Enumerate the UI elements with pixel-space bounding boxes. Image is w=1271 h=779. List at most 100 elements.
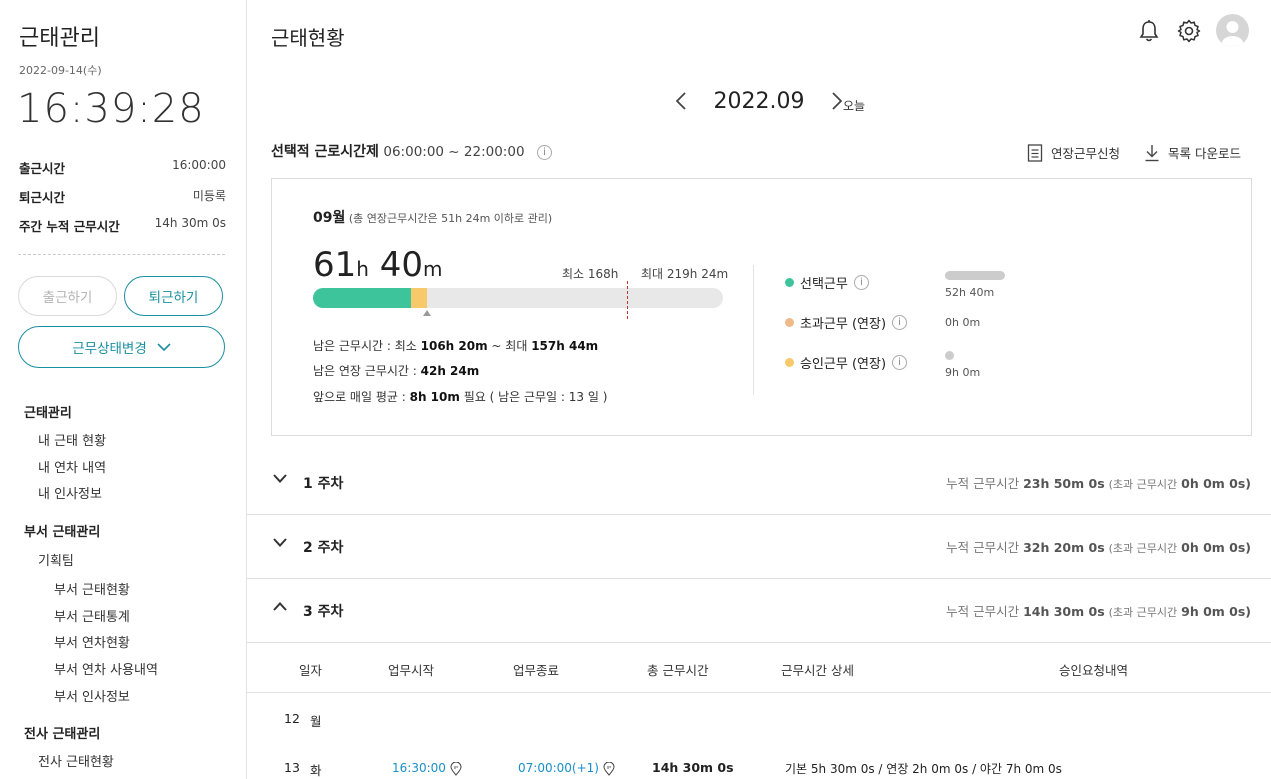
- legend-bar: [945, 271, 1005, 280]
- clock-in-time-value: 16:00:00: [172, 158, 226, 172]
- row-detail: 기본 5h 30m 0s / 연장 2h 0m 0s / 야간 7h 0m 0s: [785, 762, 1062, 776]
- sidebar: 근태관리 2022-09-14(수) 16:39:28 출근시간 16:00:0…: [0, 0, 247, 779]
- week-row[interactable]: 2 주차 누적 근무시간 32h 20m 0s (초과 근무시간 0h 0m 0…: [247, 515, 1271, 579]
- max-marker: [627, 281, 628, 319]
- row-day: 12: [284, 711, 300, 726]
- gear-icon[interactable]: [1176, 18, 1202, 44]
- change-status-button[interactable]: 근무상태변경: [18, 326, 225, 368]
- prev-month-button[interactable]: [666, 86, 696, 116]
- legend-label: 선택근무: [800, 277, 848, 292]
- nav-item-my-attendance[interactable]: 내 근태 현황: [38, 430, 106, 449]
- week-sum-value: 23h 50m 0s: [1023, 476, 1105, 491]
- nav-item-dept-leave[interactable]: 부서 연차현황: [54, 632, 130, 651]
- info-icon[interactable]: i: [892, 315, 908, 330]
- remaining-sep: ~ 최대: [487, 339, 532, 353]
- remaining-hours-label: 남은 근무시간 : 최소: [313, 339, 421, 353]
- legend-approved: 승인근무 (연장) i: [785, 353, 908, 372]
- download-list-button[interactable]: 목록 다운로드: [1144, 143, 1241, 162]
- week-extra-label: (초과 근무시간: [1108, 542, 1178, 555]
- clock-in-time-row: 출근시간 16:00:00: [19, 158, 226, 177]
- nav-item-team[interactable]: 기획팀: [38, 550, 74, 569]
- nav-section-attendance[interactable]: 근태관리: [24, 402, 72, 421]
- app-title: 근태관리: [19, 26, 100, 51]
- info-icon[interactable]: i: [853, 275, 869, 290]
- today-button[interactable]: 오늘: [843, 97, 865, 114]
- legend-bar: [945, 351, 954, 360]
- legend-value: 0h 0m: [945, 316, 981, 329]
- column-header-total: 총 근무시간: [647, 663, 709, 678]
- legend-overtime: 초과근무 (연장) i: [785, 313, 908, 332]
- svg-text:IP: IP: [607, 765, 611, 770]
- row-weekday: 화: [310, 763, 322, 778]
- daily-average-note: 필요 ( 남은 근무일 : 13 일 ): [459, 390, 608, 404]
- week-row[interactable]: 3 주차 누적 근무시간 14h 30m 0s (초과 근무시간 9h 0m 0…: [247, 579, 1271, 643]
- week-extra-value: 0h 0m 0s): [1181, 540, 1251, 555]
- legend-value: 52h 40m: [945, 286, 995, 299]
- nav-item-dept-stats[interactable]: 부서 근태통계: [54, 606, 130, 625]
- remaining-hours: 남은 근무시간 : 최소 106h 20m ~ 최대 157h 44m: [313, 337, 598, 354]
- bell-icon[interactable]: [1136, 18, 1162, 44]
- week-summary: 누적 근무시간 23h 50m 0s (초과 근무시간 0h 0m 0s): [946, 473, 1251, 492]
- legend-dot: [785, 318, 794, 327]
- column-header-date: 일자: [299, 663, 323, 678]
- week-extra-label: (초과 근무시간: [1108, 478, 1178, 491]
- hours-progress-bar: [313, 288, 723, 308]
- chevron-down-icon: [273, 474, 287, 483]
- nav-item-dept-leave-usage[interactable]: 부서 연차 사용내역: [54, 659, 158, 678]
- table-row[interactable]: 13 화 16:30:00 IP 07:00:00(+1) IP 14h 30m 0…: [247, 743, 1271, 779]
- download-list-label: 목록 다운로드: [1168, 146, 1241, 161]
- nav-item-my-leave[interactable]: 내 연차 내역: [38, 457, 106, 476]
- weekly-total-value: 14h 30m 0s: [154, 216, 226, 230]
- chevron-left-icon: [675, 92, 686, 110]
- progress-approved: [411, 288, 427, 308]
- monthly-summary: 09월 (총 연장근무시간은 51h 24m 이하로 관리) 61h 40m 최…: [271, 178, 1252, 436]
- summary-heading: 09월 (총 연장근무시간은 51h 24m 이하로 관리): [313, 207, 552, 227]
- info-icon[interactable]: i: [537, 144, 552, 160]
- clock-out-time-row: 퇴근시간 미등록: [19, 187, 226, 206]
- nav-item-dept-hr-info[interactable]: 부서 인사정보: [54, 686, 130, 705]
- nav-item-my-hr-info[interactable]: 내 인사정보: [38, 483, 102, 502]
- overtime-request-button[interactable]: 연장근무신청: [1027, 143, 1120, 162]
- nav-item-company-status[interactable]: 전사 근태현황: [38, 751, 114, 770]
- legend-dot: [785, 358, 794, 367]
- column-header-approval: 승인요청내역: [1059, 663, 1129, 678]
- avatar[interactable]: [1216, 14, 1249, 47]
- info-icon[interactable]: i: [892, 355, 908, 370]
- clock-in-button[interactable]: 출근하기: [18, 276, 117, 316]
- week-row[interactable]: 1 주차 누적 근무시간 23h 50m 0s (초과 근무시간 0h 0m 0…: [247, 451, 1271, 515]
- header-actions: [1136, 14, 1249, 47]
- total-minutes-value: 40: [379, 245, 424, 285]
- nav-section-company-attendance[interactable]: 전사 근태관리: [24, 723, 100, 742]
- total-hours-unit: h: [356, 257, 369, 281]
- row-total-hours: 14h 30m 0s: [652, 760, 734, 775]
- overtime-request-label: 연장근무신청: [1051, 146, 1121, 161]
- nav-section-dept-attendance[interactable]: 부서 근태관리: [24, 521, 100, 540]
- current-pointer: [423, 310, 431, 316]
- page-title: 근태현황: [271, 26, 345, 50]
- table-row[interactable]: 12 월: [247, 693, 1271, 743]
- end-time-link[interactable]: 07:00:00(+1): [518, 761, 599, 775]
- clock-in-time-label: 출근시간: [19, 161, 66, 176]
- clock-out-button[interactable]: 퇴근하기: [124, 276, 223, 316]
- legend-dot: [785, 278, 794, 287]
- chevron-down-icon: [157, 343, 171, 351]
- chevron-up-icon: [273, 602, 287, 611]
- work-policy: 선택적 근로시간제 06:00:00 ~ 22:00:00 i: [271, 141, 552, 161]
- nav-item-dept-status[interactable]: 부서 근태현황: [54, 579, 130, 598]
- min-hours-label: 최소 168h: [562, 267, 619, 281]
- remaining-max: 157h 44m: [531, 339, 599, 353]
- change-status-label: 근무상태변경: [72, 341, 147, 357]
- divider: [18, 254, 225, 255]
- location-pin-icon[interactable]: IP: [450, 761, 462, 776]
- month-navigator: 2022.09: [247, 86, 1271, 116]
- daily-average-value: 8h 10m: [409, 390, 460, 404]
- start-time-link[interactable]: 16:30:00: [392, 761, 446, 775]
- current-time: 16:39:28: [17, 86, 205, 132]
- summary-month: 09월: [313, 210, 346, 226]
- daily-average-label: 앞으로 매일 평균 :: [313, 390, 410, 404]
- remaining-overtime-value: 42h 24m: [420, 364, 480, 378]
- week-extra-value: 0h 0m 0s): [1181, 476, 1251, 491]
- week-summary: 누적 근무시간 14h 30m 0s (초과 근무시간 9h 0m 0s): [946, 601, 1251, 620]
- remaining-overtime: 남은 연장 근무시간 : 42h 24m: [313, 362, 479, 379]
- location-pin-icon[interactable]: IP: [603, 761, 615, 776]
